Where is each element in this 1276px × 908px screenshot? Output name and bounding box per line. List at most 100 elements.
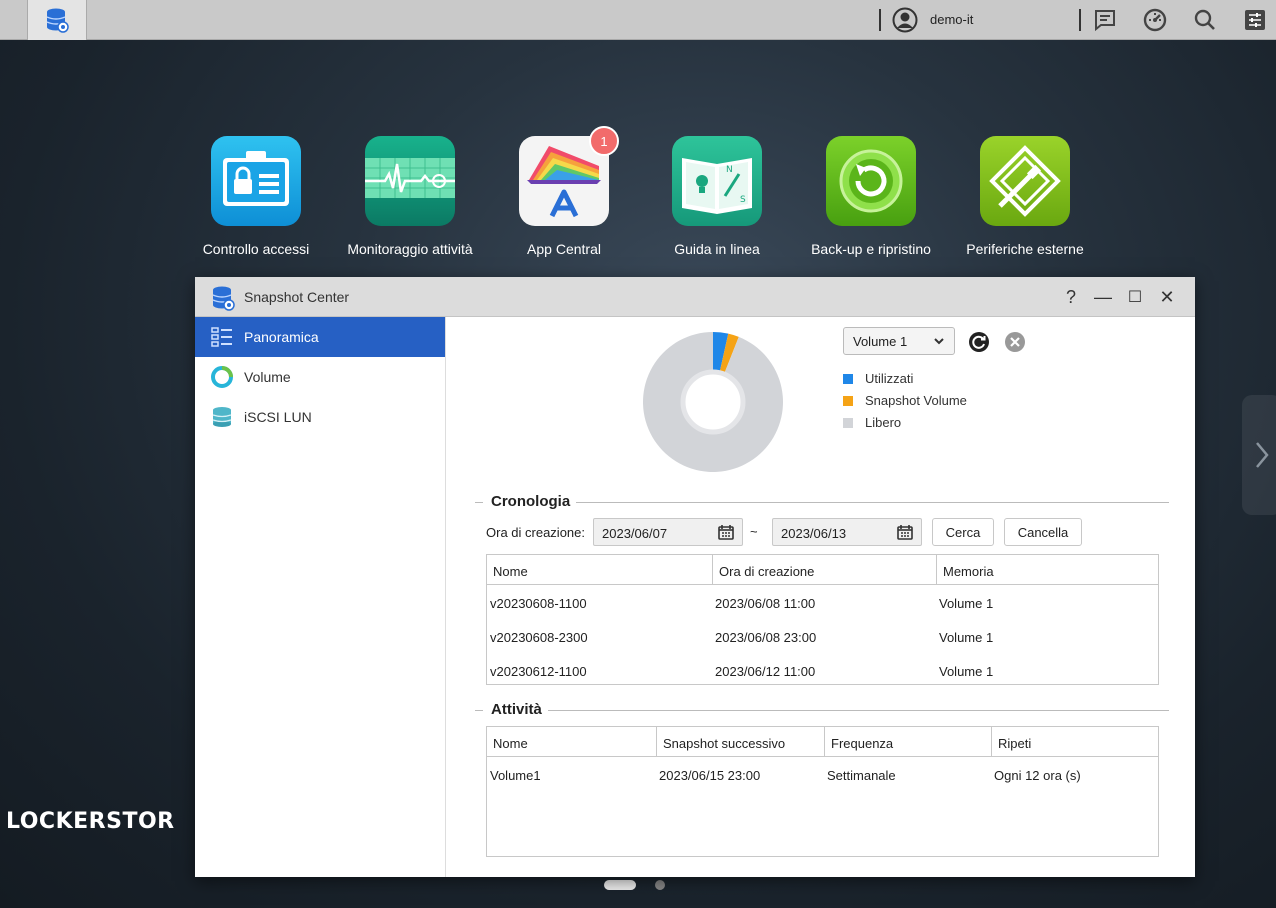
svg-text:S: S — [740, 195, 746, 205]
search-button[interactable]: Cerca — [932, 518, 994, 546]
database-icon — [46, 8, 69, 33]
storage-usage-chart — [643, 332, 783, 472]
username[interactable]: demo-it — [930, 12, 973, 27]
table-cell[interactable]: Volume1 — [490, 768, 541, 783]
activity-section-title: Attività — [483, 701, 548, 718]
window-title: Snapshot Center — [244, 289, 350, 305]
online-help-icon: N S — [672, 136, 762, 226]
table-cell[interactable]: Volume 1 — [939, 596, 993, 611]
table-cell[interactable]: Volume 1 — [939, 664, 993, 679]
desktop-icon-label: Monitoraggio attività — [347, 241, 473, 257]
column-header-next-snapshot[interactable]: Snapshot successivo — [656, 727, 824, 757]
date-to-value: 2023/06/13 — [781, 526, 847, 541]
calendar-icon[interactable] — [718, 524, 734, 540]
table-cell[interactable]: v20230612-1100 — [490, 664, 587, 679]
table-cell[interactable]: 2023/06/08 11:00 — [715, 596, 815, 611]
table-cell[interactable]: 2023/06/08 23:00 — [715, 630, 816, 645]
volume-select[interactable]: Volume 1 — [843, 327, 955, 355]
desktop-icon-label: Controllo accessi — [202, 241, 310, 257]
desktop-icon-label: Back-up e ripristino — [811, 241, 931, 257]
notification-badge: 1 — [589, 126, 619, 156]
column-header-repeat[interactable]: Ripeti — [991, 727, 1158, 757]
sidebar: Panoramica Volume iSCSI LUN — [195, 317, 446, 877]
user-icon[interactable] — [892, 7, 918, 33]
sidebar-item-label: iSCSI LUN — [244, 409, 312, 425]
history-section-title: Cronologia — [483, 493, 577, 510]
donut-hole — [680, 369, 746, 435]
brand-logo: LOCKERSTOR — [6, 809, 175, 834]
cancel-button[interactable]: Cancella — [1004, 518, 1082, 546]
clear-icon[interactable] — [1004, 331, 1026, 353]
sidebar-item-label: Volume — [244, 369, 291, 385]
desktop-icon-activity-monitor[interactable]: Monitoraggio attività — [335, 136, 485, 259]
calendar-icon[interactable] — [897, 524, 913, 540]
desktop-icon-label: Periferiche esterne — [966, 241, 1084, 257]
sidebar-item-label: Panoramica — [244, 329, 319, 345]
column-header-name[interactable]: Nome — [487, 555, 712, 585]
taskbar-separator — [1079, 9, 1081, 31]
iscsi-icon — [210, 405, 234, 429]
legend-item-used: Utilizzati — [843, 371, 913, 386]
date-range-separator: ~ — [750, 524, 758, 539]
legend-label: Libero — [865, 415, 902, 430]
desktop-icon-app-central[interactable]: 1 App Central — [489, 126, 639, 259]
column-header-creation-time[interactable]: Ora di creazione — [712, 555, 936, 585]
column-header-frequency[interactable]: Frequenza — [824, 727, 991, 757]
list-icon — [210, 325, 234, 349]
desktop-icon-online-help[interactable]: N S Guida in linea — [642, 136, 792, 259]
table-cell[interactable]: v20230608-2300 — [490, 630, 588, 645]
close-button[interactable]: ✕ — [1156, 286, 1178, 308]
dashboard-icon[interactable] — [1142, 7, 1168, 33]
date-to-field[interactable]: 2023/06/13 — [772, 518, 922, 546]
messages-icon[interactable] — [1092, 7, 1118, 33]
backup-restore-icon — [826, 136, 916, 226]
date-from-field[interactable]: 2023/06/07 — [593, 518, 743, 546]
date-from-value: 2023/06/07 — [602, 526, 668, 541]
table-cell[interactable]: Settimanale — [827, 768, 896, 783]
settings-icon[interactable] — [1242, 7, 1268, 33]
access-control-icon — [211, 136, 301, 226]
taskbar: demo-it — [0, 0, 1276, 40]
legend-label: Utilizzati — [865, 371, 914, 386]
table-cell[interactable]: Volume 1 — [939, 630, 993, 645]
taskbar-separator — [879, 9, 881, 31]
help-button[interactable]: ? — [1060, 286, 1082, 308]
minimize-button[interactable]: — — [1092, 286, 1114, 308]
chevron-down-icon — [934, 338, 944, 345]
legend-swatch — [843, 418, 853, 428]
svg-text:N: N — [726, 165, 733, 175]
desktop-icon-external-devices[interactable]: Periferiche esterne — [950, 136, 1100, 259]
search-icon[interactable] — [1192, 7, 1218, 33]
history-table: Nome Ora di creazione Memoria v20230608-… — [486, 554, 1159, 685]
window-titlebar[interactable]: Snapshot Center ? — ☐ ✕ — [195, 277, 1195, 317]
legend-swatch — [843, 374, 853, 384]
desktop-icon-label: App Central — [527, 241, 601, 257]
sidebar-item-volume[interactable]: Volume — [195, 357, 445, 397]
table-cell[interactable]: 2023/06/12 11:00 — [715, 664, 815, 679]
snapshot-center-taskbar-button[interactable] — [27, 0, 87, 40]
next-page-button[interactable] — [1242, 395, 1276, 515]
legend-label: Snapshot Volume — [865, 393, 967, 408]
database-icon — [212, 286, 235, 311]
sidebar-item-overview[interactable]: Panoramica — [195, 317, 445, 357]
column-header-name[interactable]: Nome — [487, 727, 656, 757]
snapshot-center-window: Snapshot Center ? — ☐ ✕ Panoramica Volum… — [195, 277, 1195, 877]
table-cell[interactable]: v20230608-1100 — [490, 596, 587, 611]
table-header: Nome Ora di creazione Memoria — [487, 555, 1158, 585]
page-indicator-active[interactable] — [604, 880, 636, 890]
maximize-button[interactable]: ☐ — [1124, 286, 1146, 308]
page-indicator[interactable] — [655, 880, 665, 890]
external-devices-icon — [980, 136, 1070, 226]
sidebar-item-iscsi-lun[interactable]: iSCSI LUN — [195, 397, 445, 437]
table-cell[interactable]: Ogni 12 ora (s) — [994, 768, 1081, 783]
table-cell[interactable]: 2023/06/15 23:00 — [659, 768, 760, 783]
refresh-icon[interactable] — [968, 331, 990, 353]
volume-icon — [210, 365, 234, 389]
chevron-right-icon — [1256, 442, 1269, 468]
desktop-icon-access-control[interactable]: Controllo accessi — [181, 136, 331, 259]
desktop-icon-backup-restore[interactable]: Back-up e ripristino — [796, 136, 946, 259]
column-header-storage[interactable]: Memoria — [936, 555, 1158, 585]
activity-table: Nome Snapshot successivo Frequenza Ripet… — [486, 726, 1159, 857]
table-header: Nome Snapshot successivo Frequenza Ripet… — [487, 727, 1158, 757]
volume-select-value: Volume 1 — [853, 334, 908, 349]
